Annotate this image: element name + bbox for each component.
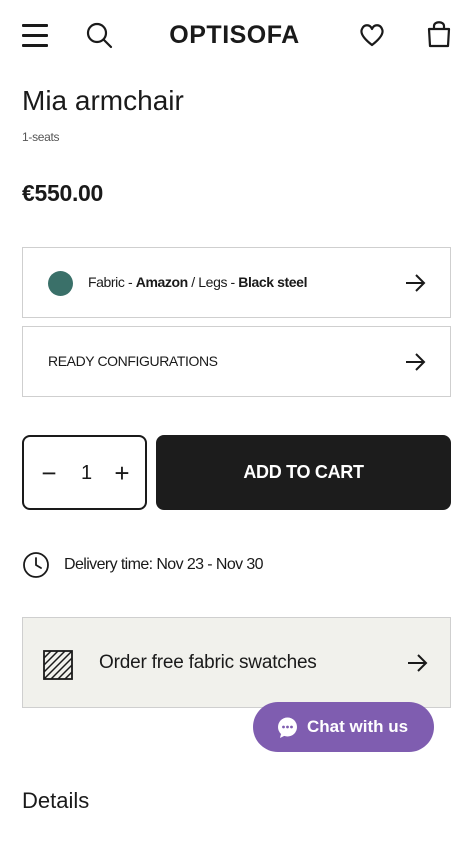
- heart-icon[interactable]: [358, 21, 386, 49]
- site-logo[interactable]: OPTISOFA: [0, 20, 469, 50]
- shopping-bag-icon[interactable]: [425, 19, 453, 49]
- product-price: €550.00: [22, 180, 104, 206]
- fabric-color-swatch: [48, 271, 73, 296]
- product-title: Mia armchair: [22, 85, 184, 116]
- chat-with-us-button[interactable]: Chat with us: [253, 702, 434, 752]
- delivery-time: Delivery time: Nov 23 - Nov 30: [64, 556, 264, 573]
- arrow-right-icon: [408, 654, 428, 672]
- decrease-quantity-button[interactable]: −: [39, 458, 59, 488]
- add-to-cart-button[interactable]: ADD TO CART: [156, 435, 451, 510]
- details-heading[interactable]: Details: [22, 788, 89, 814]
- fabric-legs-summary: Fabric - Amazon / Legs - Black steel: [88, 274, 307, 290]
- separator: /: [187, 274, 199, 290]
- ready-configurations-button[interactable]: READY CONFIGURATIONS: [22, 326, 451, 397]
- quantity-stepper: − 1 +: [22, 435, 147, 510]
- chat-bubble-icon: [278, 717, 297, 738]
- increase-quantity-button[interactable]: +: [112, 458, 132, 488]
- fabric-value: Amazon: [135, 274, 188, 290]
- chat-label: Chat with us: [307, 717, 409, 736]
- fabric-swatch-icon: [43, 650, 73, 680]
- arrow-right-icon: [406, 353, 426, 371]
- product-subtitle: 1-seats: [22, 130, 60, 144]
- fabric-label: Fabric -: [88, 274, 136, 290]
- legs-label: Legs -: [198, 274, 239, 290]
- order-swatches-button[interactable]: Order free fabric swatches: [22, 617, 451, 708]
- fabric-legs-selector[interactable]: Fabric - Amazon / Legs - Black steel: [22, 247, 451, 318]
- order-swatches-label: Order free fabric swatches: [99, 652, 317, 673]
- quantity-value[interactable]: 1: [74, 461, 99, 485]
- legs-value: Black steel: [238, 274, 308, 290]
- clock-icon: [23, 552, 49, 578]
- site-header: OPTISOFA: [0, 0, 469, 70]
- arrow-right-icon: [406, 274, 426, 292]
- ready-configurations-label: READY CONFIGURATIONS: [48, 353, 218, 369]
